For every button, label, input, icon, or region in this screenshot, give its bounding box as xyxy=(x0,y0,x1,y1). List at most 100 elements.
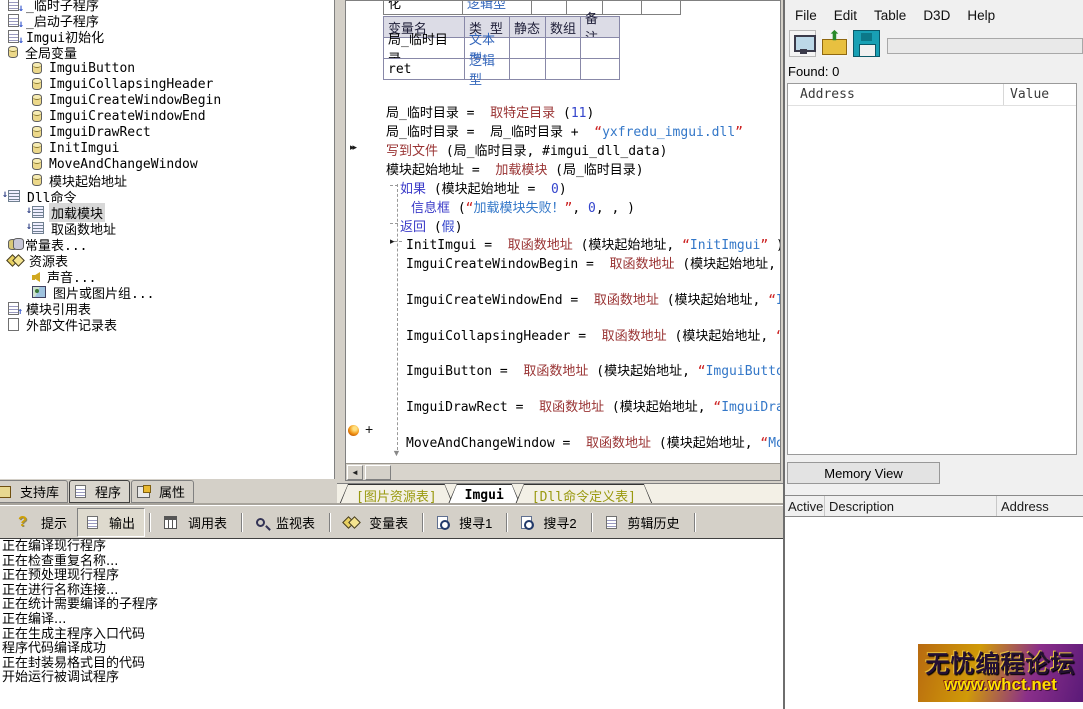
tree-item-label: MoveAndChangeWindow xyxy=(47,157,200,172)
variable-icon xyxy=(32,94,42,106)
address-column-header[interactable]: Address xyxy=(788,84,1004,105)
description-column-header[interactable]: Description xyxy=(825,496,997,516)
workspace-tab-属性[interactable]: 属性 xyxy=(131,480,194,503)
menu-file[interactable]: File xyxy=(795,8,827,23)
tree-item[interactable]: ImguiButton xyxy=(0,60,334,76)
toolbar-button-label: 剪辑历史 xyxy=(628,513,680,532)
toolbar-button-变量表[interactable]: 变量表 xyxy=(334,508,418,537)
menu-help[interactable]: Help xyxy=(967,8,1005,23)
toolbar-button-调用表[interactable]: 调用表 xyxy=(154,508,237,537)
menu-d3d[interactable]: D3D xyxy=(923,8,960,23)
editor-tab-[图片资源表][interactable]: [图片资源表] xyxy=(339,484,454,505)
toolbar-button-label: 搜寻1 xyxy=(459,513,492,532)
open-table-icon[interactable] xyxy=(821,30,848,57)
code-lines-area[interactable]: ▼ + 局_临时目录 = 取特定目录 (11)局_临时目录 = 局_临时目录 +… xyxy=(346,1,780,462)
code-line[interactable]: ImguiCollapsingHeader = 取函数地址 (模块起始地址, “… xyxy=(346,325,780,342)
code-line[interactable]: ImguiDrawRect = 取函数地址 (模块起始地址, “ImguiDra… xyxy=(346,396,780,413)
value-column-header[interactable]: Value xyxy=(1004,87,1049,102)
code-line[interactable]: 局_临时目录 = 取特定目录 (11) xyxy=(346,102,780,119)
workspace-tab-bar: 支持库程序 属性 xyxy=(0,479,337,505)
active-column-header[interactable]: Active xyxy=(785,496,825,516)
code-line[interactable]: 如果 (模块起始地址 = 0) xyxy=(346,178,780,195)
address-column-header[interactable]: Address xyxy=(997,499,1049,514)
toolbar-button-输出[interactable]: 输出 xyxy=(77,508,145,537)
variable-icon xyxy=(32,110,42,122)
hint-icon: ? xyxy=(18,514,30,531)
select-process-icon[interactable] xyxy=(789,30,816,57)
toolbar-button-提示[interactable]: ?提示 xyxy=(8,508,77,537)
tree-item[interactable]: ImguiCollapsingHeader xyxy=(0,76,334,92)
menu-edit[interactable]: Edit xyxy=(834,8,867,23)
dll-icon xyxy=(8,190,20,202)
code-line[interactable]: 写到文件 (局_临时目录, #imgui_dll_data) xyxy=(346,140,780,157)
tree-item[interactable]: ImguiCreateWindowEnd xyxy=(0,108,334,124)
toolbar-separator xyxy=(694,513,695,532)
code-editor[interactable]: Imgui初始化 逻辑型 变量名 类 型 静态 数组 备 注 局_临时目录 文本… xyxy=(345,0,781,481)
tree-item[interactable]: 全局变量 xyxy=(0,44,334,60)
scan-results-header: Address Value xyxy=(788,84,1076,106)
output-line: 开始运行被调试程序 xyxy=(2,671,783,686)
memory-view-button[interactable]: Memory View xyxy=(787,462,940,484)
editor-horizontal-scrollbar[interactable]: ◄ xyxy=(346,463,780,480)
tab-label: 属性 xyxy=(159,482,185,501)
editor-tab-[Dll命令定义表][interactable]: [Dll命令定义表] xyxy=(515,484,653,505)
tree-item-label: ImguiDrawRect xyxy=(47,125,153,140)
tree-item-label: ImguiCreateWindowEnd xyxy=(47,109,208,124)
cliphistory-icon xyxy=(606,516,617,529)
sound-icon xyxy=(32,272,40,282)
toolbar-separator xyxy=(149,513,150,532)
tree-item[interactable]: ImguiCreateWindowBegin xyxy=(0,92,334,108)
tree-item-label: ImguiCreateWindowBegin xyxy=(47,93,223,108)
variable-icon xyxy=(32,174,42,186)
toolbar-separator xyxy=(591,513,592,532)
tree-item[interactable]: ImguiDrawRect xyxy=(0,124,334,140)
toolbar-button-剪辑历史[interactable]: 剪辑历史 xyxy=(596,508,690,537)
scan-progress-bar xyxy=(887,38,1083,54)
memory-tool-window: FileEditTableD3DHelp Found: 0 Address Va… xyxy=(783,0,1083,709)
tree-item-label: ImguiButton xyxy=(47,61,137,76)
variable-icon xyxy=(32,158,42,170)
tree-item-label: ImguiCollapsingHeader xyxy=(47,77,215,92)
forum-watermark: 无忧编程论坛 www.whct.net xyxy=(918,644,1083,702)
resource-icon xyxy=(8,254,22,267)
code-line[interactable]: 信息框 (“加载模块失败！”, 0, , ) xyxy=(346,197,780,214)
output-line: 程序代码编译成功 xyxy=(2,642,783,657)
dll-icon xyxy=(32,206,44,218)
menu-table[interactable]: Table xyxy=(874,8,916,23)
editor-tab-Imgui[interactable]: Imgui xyxy=(448,484,521,505)
code-line[interactable]: 局_临时目录 = 局_临时目录 + “yxfredu_imgui.dll” xyxy=(346,121,780,138)
workspace-tab-支持库[interactable]: 支持库 xyxy=(0,480,68,503)
toolbar-button-搜寻2[interactable]: 搜寻2 xyxy=(511,508,586,537)
tree-item-label: 全局变量 xyxy=(23,43,79,62)
code-line[interactable]: InitImgui = 取函数地址 (模块起始地址, “InitImgui” ) xyxy=(346,234,780,251)
workspace-tab-程序[interactable]: 程序 xyxy=(69,480,130,503)
scroll-left-icon[interactable]: ◄ xyxy=(347,465,363,480)
toolbar-button-监视表[interactable]: 监视表 xyxy=(246,508,325,537)
memory-tool-toolbar xyxy=(789,30,880,57)
output-line: 正在预处理现行程序 xyxy=(2,569,783,584)
code-line[interactable]: ImguiCreateWindowBegin = 取函数地址 (模块起始地址, … xyxy=(346,253,780,270)
tab-label: 支持库 xyxy=(20,482,59,501)
code-line[interactable]: ImguiCreateWindowEnd = 取函数地址 (模块起始地址, “I… xyxy=(346,289,780,306)
global-var-icon xyxy=(8,46,18,58)
variable-icon xyxy=(32,78,42,90)
output-line: 正在统计需要编译的子程序 xyxy=(2,598,783,613)
save-table-icon[interactable] xyxy=(853,30,880,57)
toolbar-button-搜寻1[interactable]: 搜寻1 xyxy=(427,508,502,537)
tree-item[interactable]: InitImgui xyxy=(0,140,334,156)
toolbar-separator xyxy=(329,513,330,532)
watermark-text: 无忧编程论坛 xyxy=(926,652,1076,676)
code-line[interactable]: ImguiButton = 取函数地址 (模块起始地址, “ImguiButto… xyxy=(346,360,780,377)
code-line[interactable]: MoveAndChangeWindow = 取函数地址 (模块起始地址, “Mo… xyxy=(346,432,780,449)
toolbar-separator xyxy=(241,513,242,532)
scrollbar-thumb[interactable] xyxy=(365,465,391,480)
tab-label: Imgui xyxy=(449,485,520,505)
tab-label: [图片资源表] xyxy=(340,485,453,505)
tree-item[interactable]: 外部文件记录表 xyxy=(0,316,334,332)
code-line[interactable]: 返回 (假) xyxy=(346,216,780,233)
output-line: 正在封装易格式目的代码 xyxy=(2,657,783,672)
toolbar-separator xyxy=(422,513,423,532)
scan-results-list[interactable]: Address Value xyxy=(787,83,1077,455)
vartable-icon xyxy=(344,516,358,529)
code-line[interactable]: 模块起始地址 = 加载模块 (局_临时目录) xyxy=(346,159,780,176)
